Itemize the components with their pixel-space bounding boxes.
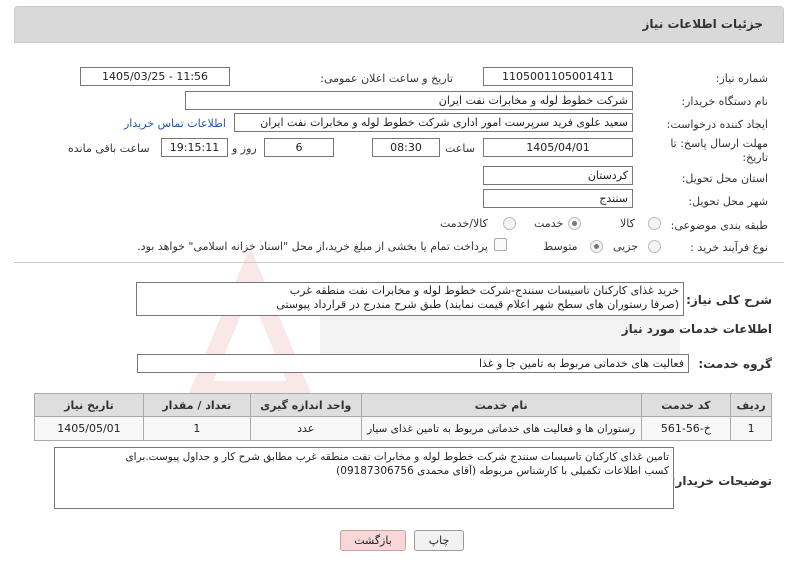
process-minor-label: جزیی <box>613 240 639 253</box>
process-medium-radio[interactable] <box>590 240 603 253</box>
services-table: ردیف کد خدمت نام خدمت واحد اندازه گیری ت… <box>34 393 772 441</box>
category-goods-service-radio[interactable] <box>503 217 516 230</box>
deadline-date-field[interactable]: 1405/04/01 <box>483 138 633 157</box>
cell-service-code: خ-56-561 <box>640 416 732 441</box>
col-service-code: کد خدمت <box>640 393 732 417</box>
announce-field[interactable]: 1405/03/25 - 11:56 <box>80 67 230 86</box>
page-header: جزئیات اطلاعات نیاز <box>14 6 784 43</box>
process-minor-radio[interactable] <box>648 240 661 253</box>
col-quantity: تعداد / مقدار <box>142 393 251 417</box>
need-number-label: شماره نیاز: <box>715 72 768 85</box>
deadline-time-field[interactable]: 08:30 <box>372 138 440 157</box>
deadline-time-label: ساعت <box>445 142 475 155</box>
process-medium-label: متوسط <box>543 240 578 253</box>
treasury-payment-note: پرداخت تمام یا بخشی از مبلغ خرید،از محل … <box>137 240 488 253</box>
back-button[interactable]: بازگشت <box>340 530 406 551</box>
col-need-date: تاریخ نیاز <box>34 393 144 417</box>
need-number-field[interactable]: 1105001105001411 <box>483 67 633 86</box>
days-remaining-field[interactable]: 6 <box>264 138 334 157</box>
announce-label: تاریخ و ساعت اعلان عمومی: <box>320 72 453 85</box>
service-group-field[interactable]: فعالیت های خدماتی مربوط به تامین جا و غذ… <box>137 354 689 373</box>
summary-line-2: (صرفا رستوران های سطح شهر اعلام قیمت نما… <box>276 298 679 311</box>
buyer-field[interactable]: شرکت خطوط لوله و مخابرات نفت ایران <box>185 91 633 110</box>
col-service-name: نام خدمت <box>360 393 642 417</box>
cell-row-number: 1 <box>730 416 772 441</box>
col-row-number: ردیف <box>730 393 772 417</box>
print-button[interactable]: چاپ <box>414 530 464 551</box>
province-label: استان محل تحویل: <box>681 172 768 185</box>
creator-label: ایجاد کننده درخواست: <box>666 118 768 131</box>
table-row[interactable]: 1 خ-56-561 رستوران ها و فعالیت های خدمات… <box>34 416 772 441</box>
summary-label: شرح کلی نیاز: <box>686 293 772 307</box>
treasury-payment-checkbox[interactable] <box>494 238 507 251</box>
days-label: روز و <box>232 142 257 155</box>
remaining-label: ساعت باقی مانده <box>68 142 150 155</box>
creator-field[interactable]: سعید علوی فرید سرپرست امور اداری شرکت خط… <box>234 113 633 132</box>
summary-textarea[interactable]: خرید غذای کارکنان تاسیسات سنندج-شرکت خطو… <box>136 282 684 316</box>
service-group-label: گروه خدمت: <box>698 357 772 371</box>
col-unit: واحد اندازه گیری <box>249 393 362 417</box>
buyer-notes-textarea[interactable]: تامین غذای کارکنان تاسیسات سنندج شرکت خط… <box>54 447 674 509</box>
buyer-contact-link[interactable]: اطلاعات تماس خریدار <box>124 117 226 130</box>
category-service-radio[interactable] <box>568 217 581 230</box>
city-field[interactable]: سنندج <box>483 189 633 208</box>
category-goods-service-label: کالا/خدمت <box>440 217 488 230</box>
category-service-label: خدمت <box>534 217 564 230</box>
category-goods-label: کالا <box>620 217 635 230</box>
buyer-notes-line-1: تامین غذای کارکنان تاسیسات سنندج شرکت خط… <box>125 451 669 463</box>
city-label: شهر محل تحویل: <box>688 195 768 208</box>
buyer-label: نام دستگاه خریدار: <box>681 95 768 108</box>
summary-line-1: خرید غذای کارکنان تاسیسات سنندج-شرکت خطو… <box>289 284 679 297</box>
cell-unit: عدد <box>249 416 362 441</box>
section-divider <box>14 262 784 263</box>
province-field[interactable]: کردستان <box>483 166 633 185</box>
cell-need-date: 1405/05/01 <box>34 416 144 441</box>
remaining-time-field[interactable]: 19:15:11 <box>161 138 228 157</box>
buyer-notes-line-2: کسب اطلاعات تکمیلی با کارشناس مربوطه (آق… <box>336 465 669 477</box>
buyer-notes-label: توضیحات خریدار: <box>670 474 772 488</box>
table-header-row: ردیف کد خدمت نام خدمت واحد اندازه گیری ت… <box>34 393 772 417</box>
category-goods-radio[interactable] <box>648 217 661 230</box>
cell-service-name: رستوران ها و فعالیت های خدماتی مربوط به … <box>360 416 642 441</box>
page-title: جزئیات اطلاعات نیاز <box>642 17 763 31</box>
deadline-label: مهلت ارسال پاسخ: تا تاریخ: <box>670 137 768 164</box>
process-label: نوع فرآیند خرید : <box>690 241 768 254</box>
category-label: طبقه بندی موضوعی: <box>670 219 768 232</box>
cell-quantity: 1 <box>142 416 251 441</box>
services-section-title: اطلاعات خدمات مورد نیاز <box>621 322 772 336</box>
